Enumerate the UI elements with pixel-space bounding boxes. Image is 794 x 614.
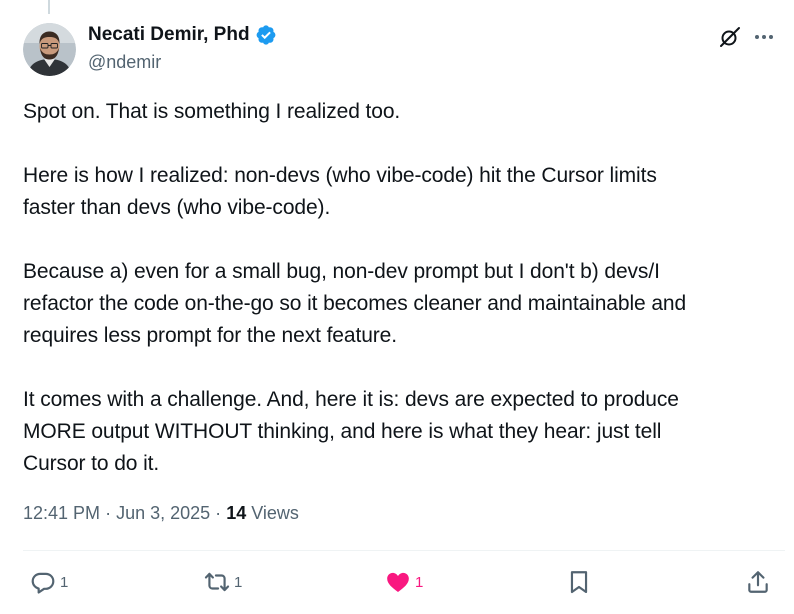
- reply-button[interactable]: 1: [30, 569, 68, 595]
- share-icon: [745, 569, 771, 595]
- bookmark-icon: [566, 569, 592, 595]
- tweet-line: Cursor to do it.: [23, 452, 160, 475]
- tweet-timestamp[interactable]: 12:41 PM · Jun 3, 2025: [23, 503, 210, 523]
- reply-count: 1: [60, 573, 69, 591]
- tweet-line: faster than devs (who vibe-code).: [23, 196, 331, 219]
- tweet-line: Because a) even for a small bug, non-dev…: [23, 260, 660, 283]
- reply-icon: [30, 569, 56, 595]
- repost-count: 1: [234, 573, 243, 591]
- meta-separator: ·: [105, 503, 112, 523]
- share-button[interactable]: [745, 569, 771, 595]
- bookmark-button[interactable]: [566, 569, 592, 595]
- more-icon[interactable]: [752, 25, 776, 49]
- tweet-line: Here is how I realized: non-devs (who vi…: [23, 164, 657, 187]
- repost-icon: [204, 569, 230, 595]
- author-display-name[interactable]: Necati Demir, Phd: [88, 24, 250, 46]
- repost-button[interactable]: 1: [204, 569, 242, 595]
- tweet-line: MORE output WITHOUT thinking, and here i…: [23, 420, 662, 443]
- author-handle[interactable]: @ndemir: [88, 52, 161, 73]
- tweet-meta: 12:41 PM · Jun 3, 2025 · 14 Views: [23, 503, 299, 524]
- like-button[interactable]: 1: [385, 569, 423, 595]
- thread-line: [48, 0, 50, 14]
- verified-badge-icon[interactable]: [255, 24, 277, 46]
- views-link[interactable]: 14 Views: [226, 503, 299, 523]
- tweet-paragraph: It comes with a challenge. And, here it …: [23, 384, 785, 480]
- author-name-row[interactable]: Necati Demir, Phd: [88, 24, 277, 46]
- tweet-text: Spot on. That is something I realized to…: [23, 96, 785, 480]
- tweet-line: Spot on. That is something I realized to…: [23, 100, 401, 123]
- tweet-paragraph: Spot on. That is something I realized to…: [23, 96, 785, 128]
- tweet-paragraph: Here is how I realized: non-devs (who vi…: [23, 160, 785, 224]
- views-count: 14: [226, 503, 247, 523]
- tweet-line: requires less prompt for the next featur…: [23, 324, 397, 347]
- views-label: Views: [251, 503, 299, 523]
- avatar[interactable]: [23, 23, 76, 76]
- divider: [23, 550, 785, 551]
- tweet-date: Jun 3, 2025: [116, 503, 211, 523]
- avatar-image: [23, 23, 76, 76]
- heart-icon: [385, 569, 411, 595]
- tweet-line: It comes with a challenge. And, here it …: [23, 388, 679, 411]
- tweet-paragraph: Because a) even for a small bug, non-dev…: [23, 256, 785, 352]
- grok-icon[interactable]: [718, 25, 742, 49]
- tweet-time: 12:41 PM: [23, 503, 101, 523]
- like-count: 1: [415, 573, 424, 591]
- tweet-line: refactor the code on-the-go so it become…: [23, 292, 687, 315]
- meta-separator: ·: [215, 503, 222, 523]
